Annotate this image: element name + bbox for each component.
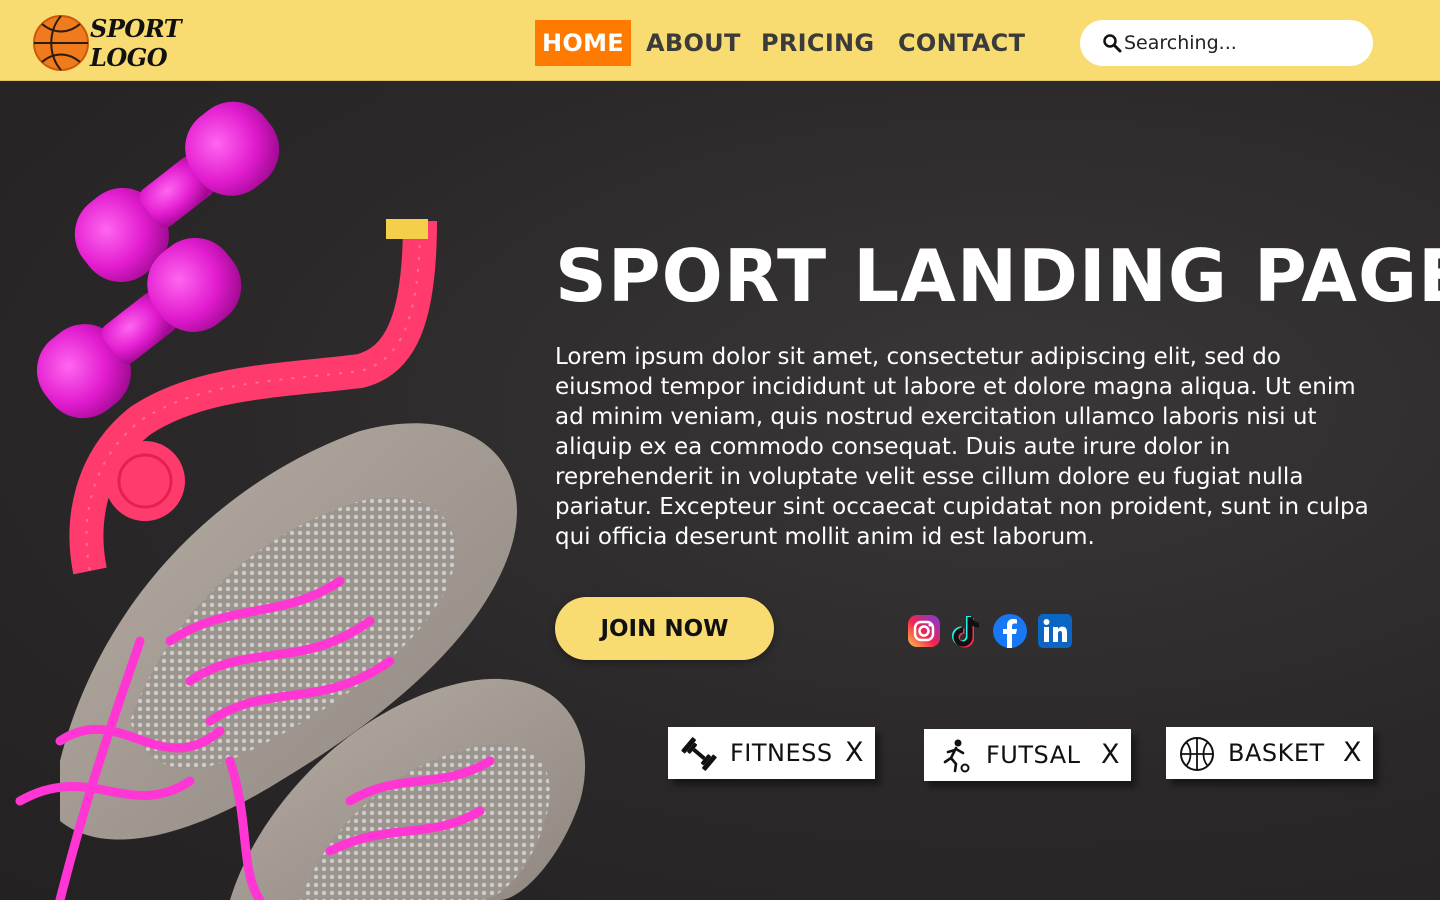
tiktok-icon[interactable] bbox=[948, 612, 986, 650]
soccer-player-icon bbox=[943, 739, 970, 773]
search-icon bbox=[1103, 34, 1122, 53]
chip-fitness[interactable]: FITNESS X bbox=[668, 727, 875, 779]
site-logo[interactable]: SPORT LOGO bbox=[32, 14, 182, 72]
nav-pricing[interactable]: PRICING bbox=[761, 20, 874, 66]
chip-close-button[interactable]: X bbox=[845, 727, 864, 779]
hero-section: SPORT LANDING PAGE Lorem ipsum dolor sit… bbox=[0, 81, 1440, 900]
search-input[interactable] bbox=[1124, 30, 1354, 56]
logo-line-2: LOGO bbox=[90, 43, 168, 72]
search-bar[interactable] bbox=[1080, 20, 1373, 66]
join-now-button[interactable]: JOIN NOW bbox=[555, 597, 774, 660]
nav-about[interactable]: ABOUT bbox=[646, 20, 741, 66]
hero-title: SPORT LANDING PAGE bbox=[555, 234, 1440, 318]
chip-futsal[interactable]: FUTSAL X bbox=[924, 729, 1131, 781]
dumbbell-icon bbox=[681, 737, 717, 771]
chip-label: BASKET bbox=[1228, 739, 1325, 767]
nav-contact[interactable]: CONTACT bbox=[898, 20, 1025, 66]
chip-label: FITNESS bbox=[730, 739, 833, 767]
hero-description: Lorem ipsum dolor sit amet, consectetur … bbox=[555, 344, 1369, 550]
site-header: SPORT LOGO HOME ABOUT PRICING CONTACT bbox=[0, 0, 1440, 81]
chip-close-button[interactable]: X bbox=[1101, 729, 1120, 781]
basketball-icon bbox=[33, 15, 89, 71]
chip-close-button[interactable]: X bbox=[1343, 727, 1362, 779]
chip-label: FUTSAL bbox=[986, 741, 1081, 769]
instagram-icon[interactable] bbox=[905, 612, 943, 650]
hero-image bbox=[15, 101, 586, 900]
basketball-outline-icon bbox=[1180, 737, 1214, 771]
linkedin-icon[interactable] bbox=[1036, 612, 1074, 650]
logo-text: SPORT LOGO bbox=[90, 14, 182, 72]
facebook-icon[interactable] bbox=[991, 612, 1029, 650]
chip-basket[interactable]: BASKET X bbox=[1166, 727, 1373, 779]
logo-line-1: SPORT bbox=[90, 14, 182, 43]
nav-home[interactable]: HOME bbox=[535, 20, 631, 66]
